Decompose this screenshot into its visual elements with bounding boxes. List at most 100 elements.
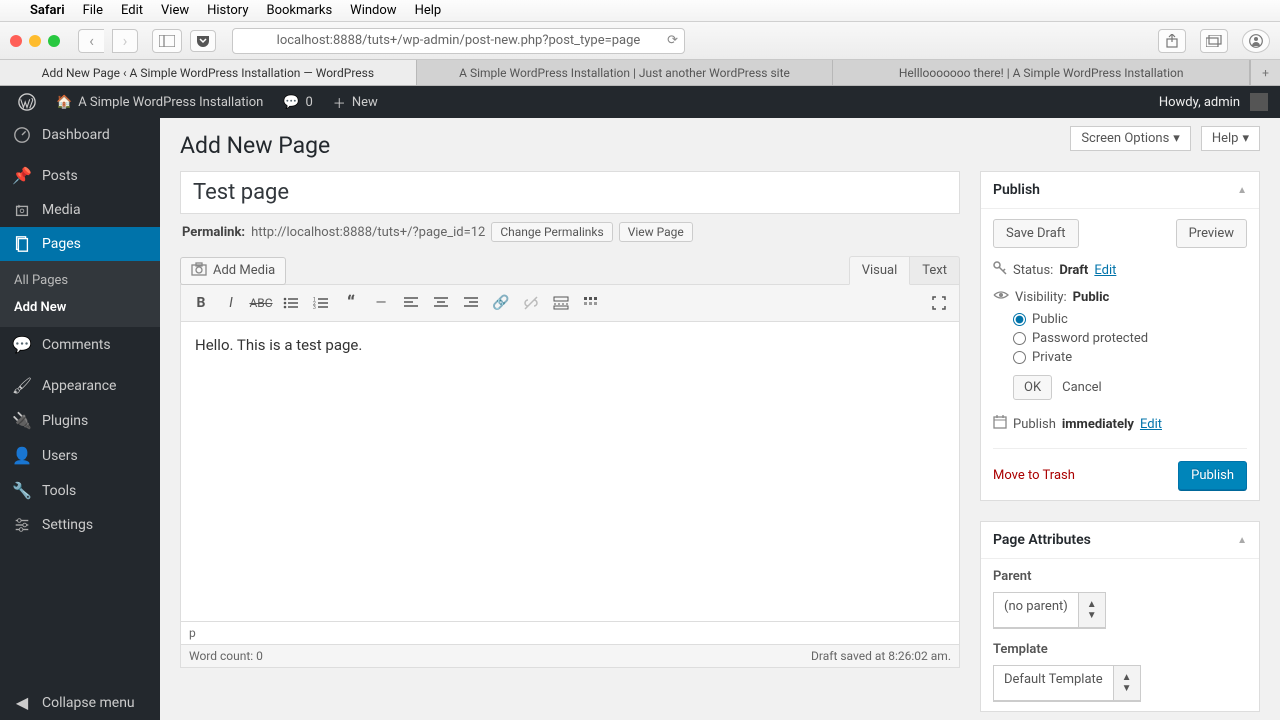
collapse-icon: ◀ bbox=[12, 693, 32, 712]
site-name-menu[interactable]: 🏠 A Simple WordPress Installation bbox=[46, 86, 273, 118]
home-icon: 🏠 bbox=[56, 95, 72, 110]
wp-logo-menu[interactable] bbox=[8, 86, 46, 118]
align-center-button[interactable] bbox=[427, 289, 455, 317]
hr-button[interactable]: — bbox=[367, 289, 395, 317]
sidebar-item-label: Pages bbox=[42, 236, 81, 252]
visibility-options: Public Password protected Private OK Can… bbox=[993, 310, 1247, 400]
wp-admin-sidebar: Dashboard 📌 Posts Media Pages All Pages … bbox=[0, 118, 160, 720]
svg-text:3: 3 bbox=[313, 305, 316, 310]
help-button[interactable]: Help ▾ bbox=[1201, 126, 1260, 151]
sidebar-item-comments[interactable]: 💬 Comments bbox=[0, 327, 160, 362]
template-select[interactable]: Default Template ▲▼ bbox=[993, 665, 1141, 701]
minimize-window-button[interactable] bbox=[29, 35, 41, 47]
site-name-label: A Simple WordPress Installation bbox=[78, 95, 263, 110]
sidebar-item-plugins[interactable]: 🔌 Plugins bbox=[0, 403, 160, 438]
comment-icon: 💬 bbox=[12, 335, 32, 354]
visibility-private-option[interactable]: Private bbox=[1013, 348, 1247, 367]
publish-box-title: Publish bbox=[993, 182, 1040, 198]
publish-button[interactable]: Publish bbox=[1178, 461, 1247, 490]
post-title-input[interactable] bbox=[180, 171, 960, 214]
preview-button[interactable]: Preview bbox=[1176, 219, 1247, 248]
sidebar-item-settings[interactable]: Settings bbox=[0, 508, 160, 542]
menu-view[interactable]: View bbox=[161, 3, 189, 18]
metabox-toggle-icon[interactable]: ▲ bbox=[1237, 535, 1247, 546]
submenu-add-new[interactable]: Add New bbox=[0, 294, 160, 321]
edit-status-link[interactable]: Edit bbox=[1094, 263, 1116, 278]
macos-menubar: Safari File Edit View History Bookmarks … bbox=[0, 0, 1280, 22]
add-media-button[interactable]: Add Media bbox=[180, 257, 286, 285]
toolbar-toggle-button[interactable] bbox=[577, 289, 605, 317]
publish-schedule-label: Publish bbox=[1013, 417, 1056, 432]
bullet-list-button[interactable] bbox=[277, 289, 305, 317]
editor-content-text: Hello. This is a test page. bbox=[195, 336, 945, 354]
move-to-trash-link[interactable]: Move to Trash bbox=[993, 468, 1075, 483]
media-icon bbox=[12, 201, 32, 219]
back-button[interactable]: ‹ bbox=[78, 29, 104, 53]
italic-button[interactable]: I bbox=[217, 289, 245, 317]
reading-list-button[interactable] bbox=[190, 30, 216, 52]
align-right-button[interactable] bbox=[457, 289, 485, 317]
template-select-value: Default Template bbox=[994, 666, 1113, 700]
account-menu[interactable]: Howdy, admin bbox=[1159, 93, 1272, 111]
sidebar-item-pages[interactable]: Pages bbox=[0, 227, 160, 261]
visibility-password-option[interactable]: Password protected bbox=[1013, 329, 1247, 348]
blockquote-button[interactable]: “ bbox=[337, 289, 365, 317]
editor-path: p bbox=[180, 622, 960, 645]
edit-schedule-link[interactable]: Edit bbox=[1140, 417, 1162, 432]
sidebar-item-users[interactable]: 👤 Users bbox=[0, 438, 160, 473]
forward-button[interactable]: › bbox=[112, 29, 138, 53]
sidebar-item-label: Posts bbox=[42, 168, 78, 184]
app-menu[interactable]: Safari bbox=[30, 3, 65, 18]
browser-tab-0[interactable]: Add New Page ‹ A Simple WordPress Instal… bbox=[0, 60, 417, 85]
sidebar-toggle-button[interactable] bbox=[152, 29, 182, 53]
menu-bookmarks[interactable]: Bookmarks bbox=[266, 3, 332, 18]
parent-select[interactable]: (no parent) ▲▼ bbox=[993, 592, 1106, 628]
parent-label: Parent bbox=[993, 569, 1247, 584]
view-page-button[interactable]: View Page bbox=[619, 222, 693, 242]
change-permalinks-button[interactable]: Change Permalinks bbox=[491, 222, 612, 242]
address-bar[interactable]: localhost:8888/tuts+/wp-admin/post-new.p… bbox=[232, 28, 685, 54]
comments-menu[interactable]: 💬 0 bbox=[273, 86, 323, 118]
unlink-button[interactable] bbox=[517, 289, 545, 317]
visibility-public-option[interactable]: Public bbox=[1013, 310, 1247, 329]
sidebar-item-media[interactable]: Media bbox=[0, 193, 160, 227]
read-more-button[interactable] bbox=[547, 289, 575, 317]
metabox-toggle-icon[interactable]: ▲ bbox=[1237, 185, 1247, 196]
new-tab-button[interactable]: + bbox=[1250, 60, 1280, 85]
tabs-button[interactable] bbox=[1200, 29, 1228, 53]
editor-tab-text[interactable]: Text bbox=[910, 256, 960, 285]
save-draft-button[interactable]: Save Draft bbox=[993, 219, 1079, 248]
reload-icon[interactable]: ⟳ bbox=[667, 33, 678, 48]
sidebar-item-posts[interactable]: 📌 Posts bbox=[0, 158, 160, 193]
share-button[interactable] bbox=[1158, 29, 1186, 53]
maximize-window-button[interactable] bbox=[48, 35, 60, 47]
editor-tab-visual[interactable]: Visual bbox=[849, 256, 911, 285]
visibility-ok-button[interactable]: OK bbox=[1013, 375, 1052, 400]
menu-help[interactable]: Help bbox=[415, 3, 442, 18]
align-left-button[interactable] bbox=[397, 289, 425, 317]
bold-button[interactable]: B bbox=[187, 289, 215, 317]
menu-window[interactable]: Window bbox=[350, 3, 396, 18]
menu-file[interactable]: File bbox=[83, 3, 103, 18]
submenu-all-pages[interactable]: All Pages bbox=[0, 267, 160, 294]
menu-edit[interactable]: Edit bbox=[121, 3, 143, 18]
numbered-list-button[interactable]: 123 bbox=[307, 289, 335, 317]
link-button[interactable]: 🔗 bbox=[487, 289, 515, 317]
browser-tab-2[interactable]: Helllooooooo there! | A Simple WordPress… bbox=[833, 60, 1250, 85]
fullscreen-button[interactable] bbox=[925, 289, 953, 317]
sidebar-item-label: Tools bbox=[42, 483, 76, 499]
strikethrough-button[interactable]: ABC bbox=[247, 289, 275, 317]
visibility-cancel-link[interactable]: Cancel bbox=[1062, 380, 1102, 395]
close-window-button[interactable] bbox=[10, 35, 22, 47]
account-button[interactable] bbox=[1242, 29, 1270, 53]
sidebar-item-label: Dashboard bbox=[42, 127, 110, 143]
sidebar-item-tools[interactable]: 🔧 Tools bbox=[0, 473, 160, 508]
new-content-menu[interactable]: ＋ New bbox=[323, 86, 388, 118]
sidebar-item-dashboard[interactable]: Dashboard bbox=[0, 118, 160, 152]
browser-tab-1[interactable]: A Simple WordPress Installation | Just a… bbox=[417, 60, 834, 85]
collapse-menu-button[interactable]: ◀ Collapse menu bbox=[0, 685, 160, 720]
menu-history[interactable]: History bbox=[207, 3, 248, 18]
editor-body[interactable]: Hello. This is a test page. bbox=[180, 322, 960, 622]
screen-options-button[interactable]: Screen Options ▾ bbox=[1070, 126, 1191, 151]
sidebar-item-appearance[interactable]: 🖌 Appearance bbox=[0, 368, 160, 403]
